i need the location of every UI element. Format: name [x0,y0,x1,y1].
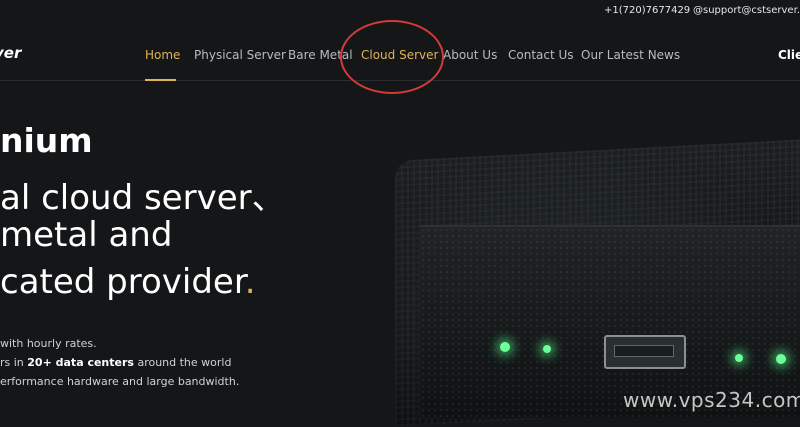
status-led [776,354,786,364]
support-email[interactable]: @support@cstserver.com [693,5,800,16]
watermark: www.vps234.com [623,388,800,412]
nav-physical-server[interactable]: Physical Server [194,48,286,62]
server-handle [604,335,686,369]
client-area-link[interactable]: Clie [778,48,800,62]
hero-feature-hourly: with hourly rates. [0,337,97,350]
hero-heading-line4: cated provider. [0,262,256,302]
hero-heading-line4-text: cated provider [0,262,245,302]
nav-latest-news[interactable]: Our Latest News [581,48,680,62]
hero-heading-line3: metal and [0,215,173,255]
hero-heading-line2: al cloud server、 [0,178,286,218]
status-led [543,345,551,353]
annotation-circle [340,20,444,94]
active-nav-indicator [145,79,176,81]
status-led [500,342,510,352]
site-logo[interactable]: ver [0,44,21,62]
hero-heading-dot: . [244,262,256,302]
hero-feature-hardware: erformance hardware and large bandwidth. [0,375,240,388]
hero-feature-datacenters: rs in 20+ data centers around the world [0,356,231,369]
phone-number[interactable]: +1(720)7677429 [604,5,690,16]
nav-contact-us[interactable]: Contact Us [508,48,574,62]
nav-about-us[interactable]: About Us [443,48,497,62]
feature-highlight: 20+ data centers [27,356,134,369]
status-led [735,354,743,362]
feature-text: rs in [0,356,28,369]
feature-text: around the world [133,356,232,369]
hero-heading-line1: nium [0,121,93,160]
top-contact-bar: +1(720)7677429 @support@cstserver.com [0,0,800,22]
nav-home[interactable]: Home [145,48,180,62]
